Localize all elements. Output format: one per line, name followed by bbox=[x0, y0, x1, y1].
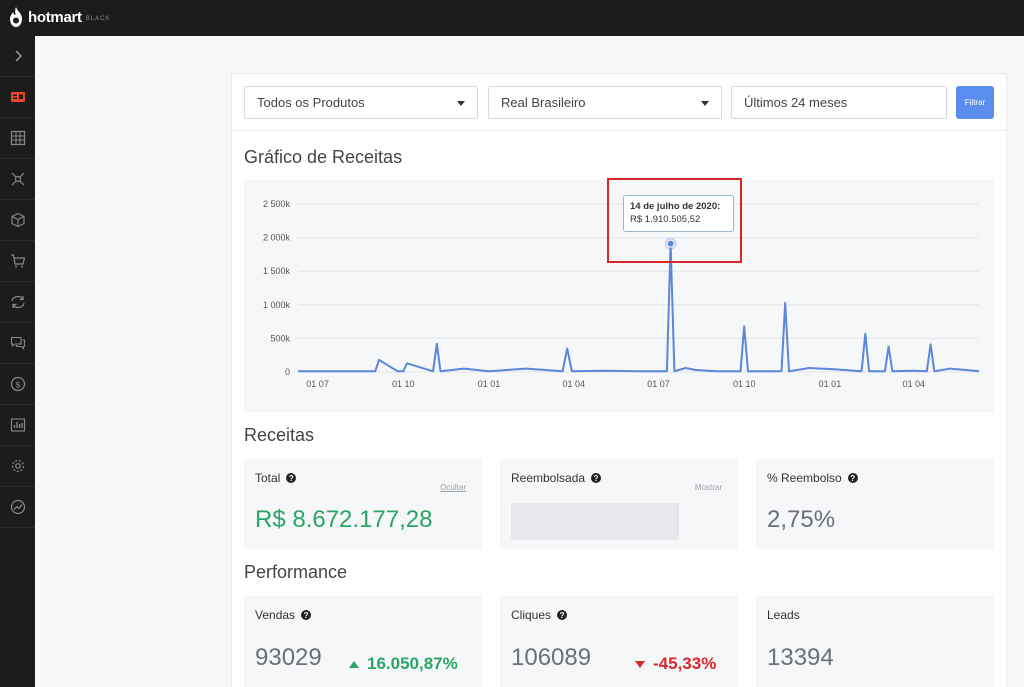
cart-icon bbox=[10, 254, 25, 268]
stat-value: 13394 bbox=[767, 644, 834, 671]
period-input[interactable]: Últimos 24 meses bbox=[731, 86, 947, 119]
x-tick-label: 01 07 bbox=[647, 379, 670, 389]
y-tick-label: 2 500k bbox=[263, 199, 291, 209]
brand-name: hotmart bbox=[28, 8, 82, 26]
stat-label: Total bbox=[255, 471, 281, 485]
y-tick-label: 2 000k bbox=[263, 233, 291, 243]
product-select-value: Todos os Produtos bbox=[257, 95, 365, 110]
help-icon[interactable]: ? bbox=[301, 610, 312, 620]
top-bar: hotmart BLACK bbox=[0, 0, 1024, 36]
stat-refund-rate: % Reembolso? 2,75% bbox=[756, 459, 994, 549]
help-icon[interactable]: ? bbox=[286, 473, 297, 483]
gear-icon bbox=[11, 459, 24, 473]
revenue-section-title: Receitas bbox=[244, 425, 315, 445]
stat-value: 2,75% bbox=[767, 506, 836, 533]
stat-label: Leads bbox=[767, 608, 800, 622]
stat-leads: Leads 13394 bbox=[756, 596, 994, 687]
hide-link[interactable]: Ocultar bbox=[440, 483, 466, 492]
y-tick-label: 1 500k bbox=[263, 266, 291, 276]
chevron-down-icon bbox=[701, 101, 709, 106]
x-tick-label: 01 01 bbox=[819, 379, 842, 389]
chat-icon bbox=[10, 336, 25, 350]
hidden-value-placeholder bbox=[511, 503, 679, 540]
arrow-down-icon bbox=[635, 660, 645, 668]
stat-label: Reembolsada bbox=[511, 471, 586, 485]
sidebar-item-messages[interactable] bbox=[0, 323, 35, 364]
delta-value: -45,33% bbox=[653, 654, 717, 673]
sidebar-item-settings[interactable] bbox=[0, 446, 35, 487]
help-icon[interactable]: ? bbox=[557, 610, 568, 620]
y-tick-label: 0 bbox=[285, 367, 290, 377]
currency-select-value: Real Brasileiro bbox=[501, 95, 586, 110]
sidebar-item-dashboard[interactable] bbox=[0, 77, 35, 118]
flame-logo-icon bbox=[10, 7, 22, 27]
stat-delta: 16.050,87% bbox=[349, 654, 458, 674]
x-tick-label: 01 07 bbox=[306, 379, 329, 389]
performance-section-title: Performance bbox=[244, 562, 348, 582]
dashboard-icon bbox=[10, 92, 25, 102]
stat-label: Vendas bbox=[255, 608, 296, 622]
svg-text:$: $ bbox=[15, 380, 21, 390]
tooltip-value: R$ 1.910.505,52 bbox=[630, 214, 701, 225]
sidebar-item-products[interactable] bbox=[0, 118, 35, 159]
network-icon bbox=[11, 172, 24, 186]
stat-sales: Vendas? 93029 16.050,87% bbox=[244, 596, 482, 687]
x-tick-label: 01 10 bbox=[733, 379, 756, 389]
sidebar: $ bbox=[0, 36, 35, 687]
hotmart-logo[interactable]: hotmart BLACK bbox=[8, 7, 110, 27]
sidebar-item-analytics[interactable] bbox=[0, 487, 35, 528]
product-select[interactable]: Todos os Produtos bbox=[244, 86, 478, 119]
arrow-up-icon bbox=[349, 660, 359, 668]
x-tick-label: 01 04 bbox=[562, 379, 585, 389]
chevron-down-icon bbox=[457, 101, 465, 106]
delta-value: 16.050,87% bbox=[367, 654, 458, 673]
trend-icon bbox=[10, 499, 25, 515]
chevron-right-icon bbox=[14, 50, 22, 62]
period-input-value: Últimos 24 meses bbox=[744, 95, 848, 110]
sidebar-item-sales[interactable] bbox=[0, 241, 35, 282]
sidebar-item-box[interactable] bbox=[0, 200, 35, 241]
bar-chart-icon bbox=[10, 418, 25, 432]
chart-section-title: Gráfico de Receitas bbox=[244, 147, 403, 167]
stat-delta: -45,33% bbox=[635, 654, 716, 674]
dollar-icon: $ bbox=[10, 376, 25, 392]
divider bbox=[232, 130, 1006, 131]
stat-value: R$ 8.672.177,28 bbox=[255, 506, 433, 533]
grid-icon bbox=[10, 130, 25, 146]
stat-label: % Reembolso bbox=[767, 471, 842, 485]
stat-refunded: Reembolsada? Mostrar bbox=[500, 459, 738, 549]
help-icon[interactable]: ? bbox=[847, 473, 858, 483]
chart-tooltip: 14 de julho de 2020: R$ 1.910.505,52 bbox=[623, 195, 734, 232]
stat-value: 93029 bbox=[255, 644, 322, 671]
brand-tier: BLACK bbox=[85, 16, 111, 22]
show-link[interactable]: Mostrar bbox=[695, 483, 722, 492]
y-tick-label: 500k bbox=[270, 333, 290, 343]
stat-clicks: Cliques? 106089 -45,33% bbox=[500, 596, 738, 687]
sidebar-item-finance[interactable]: $ bbox=[0, 364, 35, 405]
refresh-icon bbox=[10, 295, 25, 309]
tooltip-date: 14 de julho de 2020: bbox=[630, 201, 721, 212]
sidebar-item-reports[interactable] bbox=[0, 405, 35, 446]
stat-total-revenue: Total? Ocultar R$ 8.672.177,28 bbox=[244, 459, 482, 549]
stat-label: Cliques bbox=[511, 608, 552, 622]
x-tick-label: 01 10 bbox=[392, 379, 415, 389]
currency-select[interactable]: Real Brasileiro bbox=[488, 86, 722, 119]
sidebar-item-subscriptions[interactable] bbox=[0, 282, 35, 323]
x-tick-label: 01 04 bbox=[903, 379, 926, 389]
filter-button[interactable]: Filtrar bbox=[956, 86, 994, 119]
y-tick-label: 1 000k bbox=[263, 300, 291, 310]
sidebar-expand-button[interactable] bbox=[0, 36, 35, 77]
help-icon[interactable]: ? bbox=[591, 473, 602, 483]
box-icon bbox=[10, 212, 25, 228]
sidebar-item-affiliates[interactable] bbox=[0, 159, 35, 200]
x-tick-label: 01 01 bbox=[478, 379, 501, 389]
stat-value: 106089 bbox=[511, 644, 592, 671]
